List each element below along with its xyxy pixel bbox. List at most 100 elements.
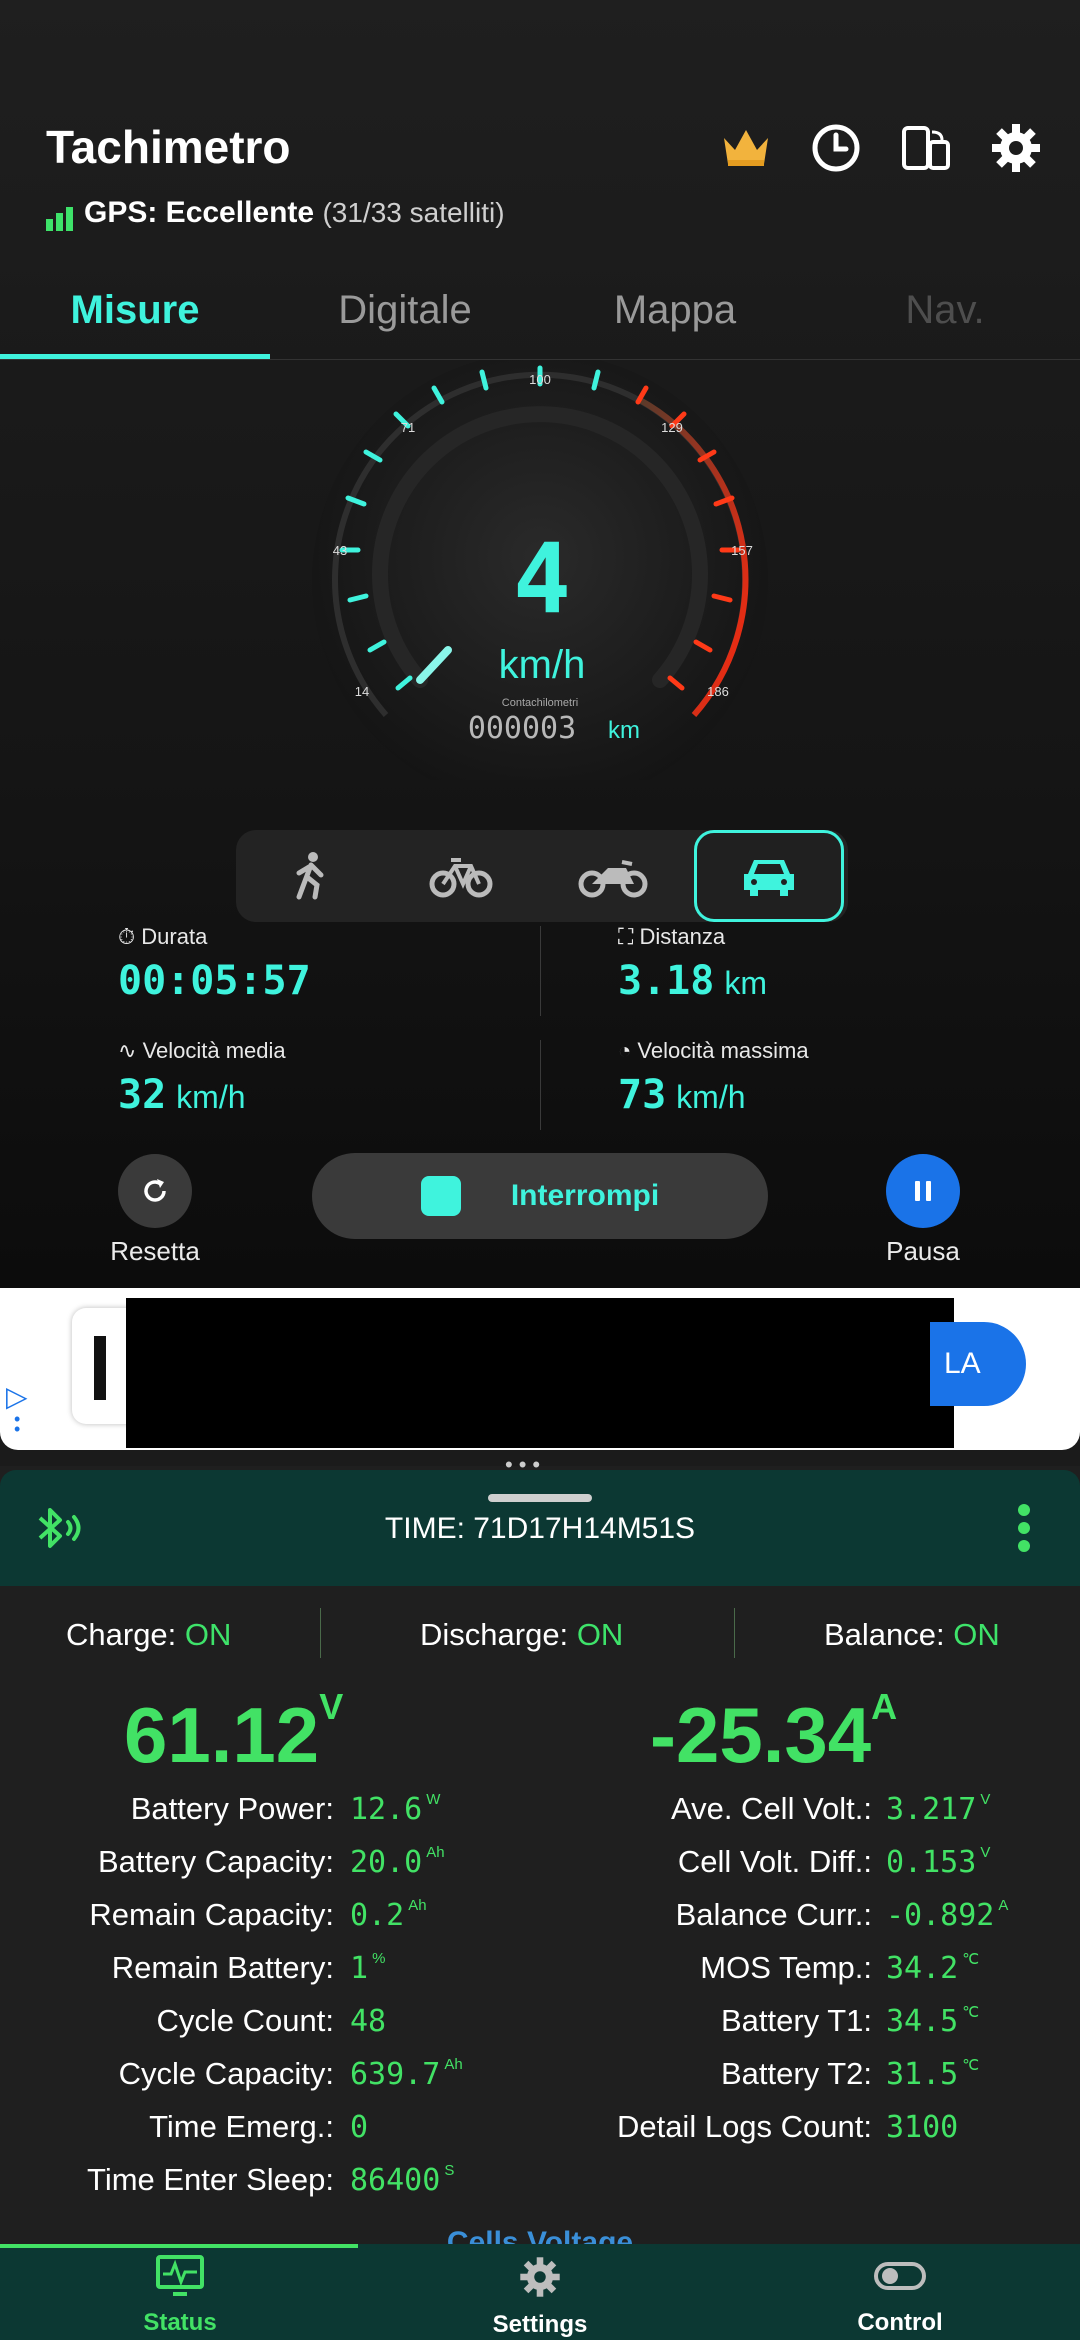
walk-mode-button[interactable]	[236, 830, 386, 922]
nav-control-label: Control	[857, 2309, 943, 2336]
stop-icon	[420, 1176, 461, 1216]
divider	[734, 1608, 735, 1658]
ad-content-redacted[interactable]	[126, 1298, 954, 1448]
bicycle-icon	[429, 858, 493, 898]
bms-param-value: -0.892 A	[886, 1897, 1008, 1933]
divider	[540, 1040, 541, 1130]
avg-speed-stat: ∿ Velocità media 32 km/h	[118, 1038, 286, 1118]
gauge-tick-label: 186	[707, 684, 729, 699]
discharge-status: Discharge: ON	[420, 1617, 623, 1653]
history-icon[interactable]	[808, 120, 864, 176]
bms-param-label: Detail Logs Count:	[616, 2109, 872, 2144]
nav-status[interactable]: Status	[0, 2254, 360, 2337]
bms-param-unit: ℃	[962, 2057, 980, 2074]
stop-button[interactable]: Interrompi	[312, 1153, 768, 1239]
ad-menu-icon[interactable]: • •	[14, 1410, 20, 1438]
speed-unit: km/h	[499, 643, 586, 687]
bms-param-row: Cycle Capacity:	[119, 2056, 334, 2092]
gear-icon	[520, 2257, 560, 2297]
bms-param-unit: V	[980, 1844, 991, 1861]
tab-bar: Misure Digitale Mappa Nav.	[0, 270, 1080, 360]
settings-gear-icon[interactable]	[988, 120, 1044, 176]
bms-param-number: 0.2	[350, 1898, 405, 1933]
current-unit: A	[871, 1686, 898, 1727]
gauge-tick-label: 43	[333, 543, 347, 558]
bms-param-label: Battery T1:	[720, 2003, 872, 2038]
distance-unit: km	[724, 965, 767, 1001]
bms-param-row: Battery Power:	[131, 1791, 334, 1827]
bms-param-row: Remain Battery:	[112, 1950, 334, 1986]
bms-param-row: Battery T2:	[721, 2056, 872, 2092]
toggle-icon	[874, 2262, 926, 2290]
bms-param-unit: Ah	[426, 1844, 445, 1861]
bms-param-unit: A	[998, 1897, 1009, 1914]
active-nav-indicator	[0, 2244, 358, 2248]
motorbike-icon	[578, 860, 648, 898]
bms-param-value: 0	[350, 2109, 372, 2145]
pause-button[interactable]	[886, 1154, 960, 1228]
bms-param-row: Battery Capacity:	[98, 1844, 334, 1880]
bms-param-value: 86400 S	[350, 2162, 454, 2198]
current-speed: 4	[513, 523, 571, 635]
bms-param-number: 86400	[350, 2163, 441, 2198]
balance-label: Balance:	[824, 1617, 945, 1652]
bms-param-label: Remain Battery:	[111, 1950, 334, 1985]
bms-param-label: Battery T2:	[720, 2056, 872, 2091]
bms-param-row: MOS Temp.:	[700, 1950, 872, 1986]
divider	[320, 1608, 321, 1658]
nav-control[interactable]: Control	[720, 2254, 1080, 2337]
bms-param-row: Detail Logs Count:	[617, 2109, 872, 2145]
bms-param-unit: ℃	[962, 1951, 980, 1968]
charge-label: Charge:	[66, 1617, 177, 1652]
speedometer-icon: ◔	[618, 1038, 632, 1063]
nav-settings[interactable]: Settings	[360, 2254, 720, 2339]
ad-cta-button[interactable]: LA	[930, 1322, 1026, 1406]
stop-label: Interrompi	[510, 1179, 660, 1212]
bottom-nav: Status Settings Control	[0, 2244, 1080, 2340]
bms-param-value: 20.0 Ah	[350, 1844, 445, 1880]
duration-label: Durata	[141, 924, 208, 949]
walk-icon	[296, 852, 324, 900]
odometer-label: Contachilometri	[502, 697, 578, 709]
charge-value: ON	[184, 1617, 232, 1652]
bms-param-row: Balance Curr.:	[676, 1897, 872, 1933]
gauge-tick-label: 129	[661, 420, 683, 435]
reset-button[interactable]	[118, 1154, 192, 1228]
bms-param-row: Cycle Count:	[157, 2003, 334, 2039]
bms-runtime: TIME: 71D17H14M51S	[384, 1512, 696, 1545]
gauge-tick-label: 157	[731, 543, 753, 558]
pack-current: -25.34A	[650, 1686, 897, 1781]
route-icon: ⛶	[618, 924, 634, 949]
bms-param-number: 20.0	[350, 1845, 423, 1880]
avg-speed-value: 32	[118, 1072, 167, 1118]
tab-mappa[interactable]: Mappa	[540, 288, 810, 333]
tab-nav[interactable]: Nav.	[810, 288, 1080, 333]
bms-param-unit: Ah	[408, 1897, 427, 1914]
bms-param-label: Battery Capacity:	[97, 1844, 334, 1879]
bicycle-mode-button[interactable]	[386, 830, 536, 922]
max-speed-label: Velocità massima	[637, 1038, 809, 1063]
gps-label: GPS: Eccellente	[84, 196, 315, 229]
bms-param-unit: %	[372, 1950, 386, 1967]
crown-icon[interactable]	[718, 120, 774, 176]
bms-param-label: Ave. Cell Volt.:	[670, 1791, 872, 1826]
tab-misure[interactable]: Misure	[0, 288, 270, 333]
max-speed-unit: km/h	[676, 1079, 746, 1115]
drag-handle[interactable]	[488, 1494, 592, 1502]
bms-param-label: MOS Temp.:	[700, 1950, 872, 1985]
divider	[540, 926, 541, 1016]
more-menu-icon[interactable]	[1014, 1500, 1034, 1561]
screen-rotate-icon[interactable]	[898, 120, 954, 176]
discharge-label: Discharge:	[420, 1617, 569, 1652]
pack-voltage: 61.12V	[124, 1686, 343, 1781]
pause-icon	[915, 1181, 931, 1201]
bms-param-number: 1	[350, 1951, 369, 1986]
tab-digitale[interactable]: Digitale	[270, 288, 540, 333]
active-tab-indicator	[0, 354, 270, 359]
duration-value: 00:05:57	[118, 958, 311, 1004]
car-mode-button[interactable]	[694, 830, 844, 922]
bms-param-label: Cycle Capacity:	[118, 2056, 334, 2091]
motorbike-mode-button[interactable]	[538, 830, 688, 922]
gauge-tick-label: 71	[401, 420, 415, 435]
monitor-icon	[156, 2255, 204, 2296]
